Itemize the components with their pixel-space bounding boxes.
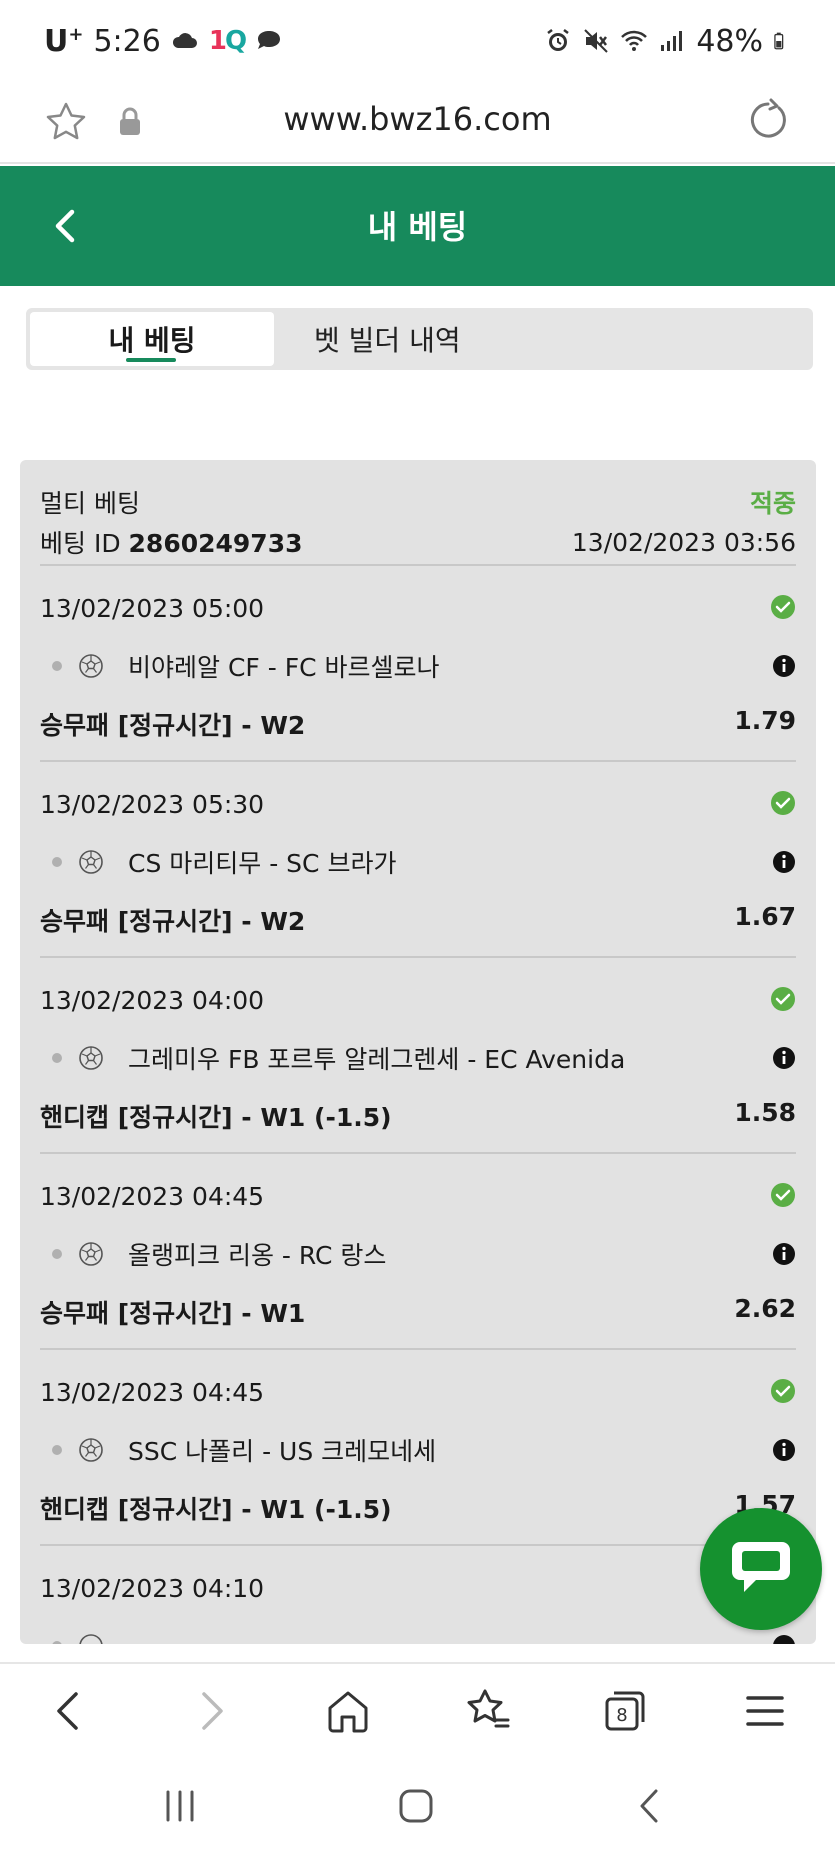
match-name[interactable]: 그레미우 FB 포르투 알레그렌세 - EC Avenida [128,1040,625,1076]
chat-icon [732,1542,790,1592]
battery-percent: 48% [696,23,763,59]
menu-icon[interactable] [740,1686,790,1736]
selection-row: 13/02/2023 05:30 CS 마리티무 - SC 브라가 승무패 [정… [40,762,796,958]
mute-icon [584,29,609,53]
wifi-icon [621,30,648,51]
soccer-ball-icon [79,1046,103,1070]
bet-placed-time: 13/02/2023 03:56 [571,527,796,557]
url-text[interactable]: www.bwz16.com [0,100,835,138]
check-icon [771,791,795,815]
match-name[interactable]: CS 마리티무 - SC 브라가 [128,844,396,880]
match-name[interactable]: 올랭피크 리옹 - RC 랑스 [128,1236,386,1272]
status-badge: 적중 [749,489,796,518]
event-time: 13/02/2023 04:10 [40,1574,265,1603]
soccer-ball-icon [79,850,103,874]
check-icon [771,1183,795,1207]
selection-row: 13/02/2023 04:10 [40,1546,796,1644]
alarm-icon [547,29,570,51]
event-time: 13/02/2023 04:45 [40,1182,265,1211]
status-dot [52,1445,62,1455]
check-icon [771,595,795,619]
status-dot [52,857,62,867]
info-icon[interactable] [772,654,796,678]
event-time: 13/02/2023 05:00 [40,594,265,623]
market-label: 승무패 [정규시간] - W2 [40,907,306,936]
check-icon [771,987,795,1011]
live-chat-button[interactable] [700,1508,822,1630]
battery-icon [774,32,784,50]
bookmarks-icon[interactable] [463,1686,513,1736]
selection-row: 13/02/2023 05:00 비야레알 CF - FC 바르셀로나 승무패 … [40,566,796,762]
app-1q-icon: 1Q [208,26,247,56]
tabs-icon[interactable]: 8 [600,1686,650,1736]
browser-url-bar: www.bwz16.com [0,82,835,164]
bet-type: 멀티 베팅 [40,489,140,518]
cloud-icon [172,33,197,48]
bet-tabs: 내 베팅 벳 빌더 내역 [26,308,813,370]
status-bar: U+ 5:26 1Q 48% [0,0,835,82]
status-dot [52,1053,62,1063]
soccer-ball-icon [79,1242,103,1266]
odds-value: 1.67 [734,902,796,931]
info-icon[interactable] [772,1634,796,1644]
system-nav-bar [0,1756,835,1856]
soccer-ball-icon [79,1634,103,1644]
status-dot [52,1641,62,1644]
bet-id: 베팅 ID 2860249733 [40,529,303,558]
info-icon[interactable] [772,850,796,874]
carrier-label: U+ [44,23,84,59]
market-label: 핸디캡 [정규시간] - W1 (-1.5) [40,1103,392,1132]
odds-value: 2.62 [734,1294,796,1323]
odds-value: 1.79 [734,706,796,735]
check-icon [771,1379,795,1403]
event-time: 13/02/2023 04:00 [40,986,265,1015]
selection-row: 13/02/2023 04:00 그레미우 FB 포르투 알레그렌세 - EC … [40,958,796,1154]
selection-row: 13/02/2023 04:45 SSC 나폴리 - US 크레모네세 핸디캡 … [40,1350,796,1546]
soccer-ball-icon [79,654,103,678]
info-icon[interactable] [772,1242,796,1266]
status-dot [52,1249,62,1259]
browser-forward-icon[interactable] [186,1686,236,1736]
clock: 5:26 [93,23,161,59]
browser-toolbar: 8 [0,1662,835,1756]
match-name[interactable]: 비야레알 CF - FC 바르셀로나 [128,648,439,684]
market-label: 승무패 [정규시간] - W1 [40,1299,306,1328]
chat-bubble-icon [258,31,281,49]
page-title: 내 베팅 [367,208,468,246]
home-icon[interactable] [323,1686,373,1736]
signal-icon [661,31,683,51]
system-back-icon[interactable] [630,1786,670,1826]
market-label: 핸디캡 [정규시간] - W1 (-1.5) [40,1495,392,1524]
tab-my-bets[interactable]: 내 베팅 [30,312,274,366]
soccer-ball-icon [79,1438,103,1462]
info-icon[interactable] [772,1438,796,1462]
browser-back-icon[interactable] [44,1686,94,1736]
bet-card: 멀티 베팅 적중 베팅 ID 2860249733 13/02/2023 03:… [20,460,816,1644]
reload-icon[interactable] [745,98,791,144]
odds-value: 1.58 [734,1098,796,1127]
tab-count: 8 [616,1705,627,1726]
app-header: 내 베팅 [0,166,835,286]
event-time: 13/02/2023 04:45 [40,1378,265,1407]
status-dot [52,661,62,671]
match-name[interactable]: SSC 나폴리 - US 크레모네세 [128,1432,436,1468]
system-home-icon[interactable] [396,1786,436,1826]
event-time: 13/02/2023 05:30 [40,790,265,819]
tab-bet-builder-history[interactable]: 벳 빌더 내역 [274,312,504,366]
info-icon[interactable] [772,1046,796,1070]
market-label: 승무패 [정규시간] - W2 [40,711,306,740]
recent-apps-icon[interactable] [160,1786,200,1826]
selection-row: 13/02/2023 04:45 올랭피크 리옹 - RC 랑스 승무패 [정규… [40,1154,796,1350]
